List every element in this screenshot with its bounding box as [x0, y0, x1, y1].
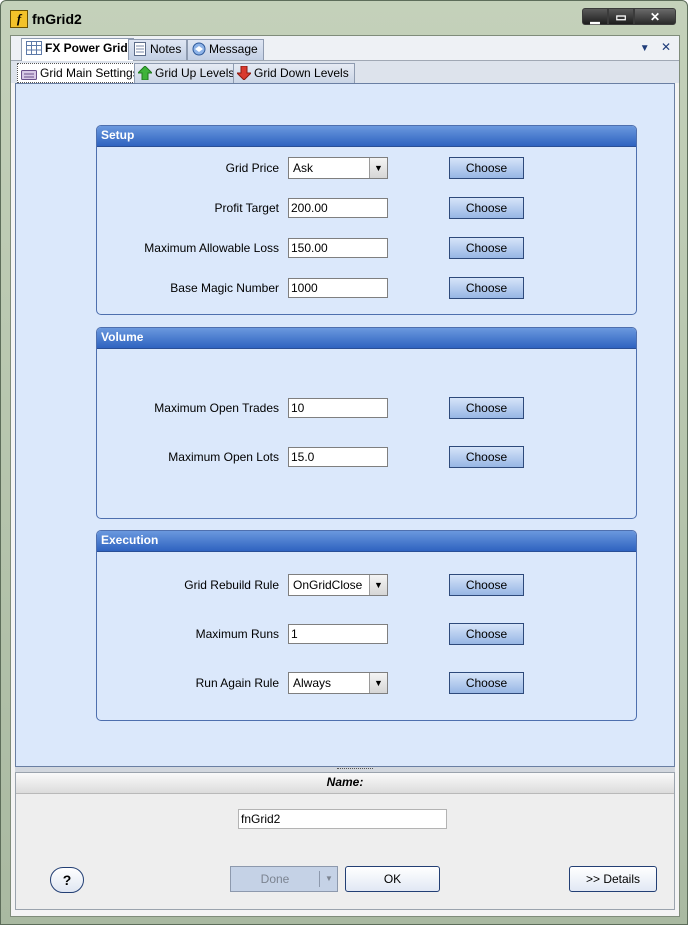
grid-price-choose-button[interactable]: Choose [449, 157, 524, 179]
subtab-grid-up-levels[interactable]: Grid Up Levels [134, 63, 241, 83]
rebuild-rule-row: Grid Rebuild Rule OnGridClose ▼ Choose [97, 574, 636, 596]
help-button[interactable]: ? [50, 867, 84, 893]
execution-group-title: Execution [97, 531, 636, 552]
grid-price-label: Grid Price [225, 161, 279, 175]
setup-group: Setup Grid Price Ask ▼ Choose Profit Tar… [96, 125, 637, 315]
max-runs-label: Maximum Runs [195, 627, 279, 641]
max-trades-input[interactable] [288, 398, 388, 418]
notes-icon [134, 42, 146, 56]
max-lots-input[interactable] [288, 447, 388, 467]
grid-price-value: Ask [293, 161, 314, 175]
max-lots-choose-button[interactable]: Choose [449, 446, 524, 468]
max-loss-input[interactable] [288, 238, 388, 258]
profit-target-row: Profit Target Choose [97, 197, 636, 219]
max-loss-choose-button[interactable]: Choose [449, 237, 524, 259]
run-again-select[interactable]: Always ▼ [288, 672, 388, 694]
magic-number-label: Base Magic Number [170, 281, 279, 295]
maximize-button[interactable]: ▭ [608, 8, 634, 25]
done-label: Done [260, 872, 290, 886]
window-content: FX Power Grid Notes Message ▼ ✕ Grid Mai… [10, 35, 680, 917]
rebuild-rule-label: Grid Rebuild Rule [184, 578, 279, 592]
run-again-label: Run Again Rule [195, 676, 279, 690]
chevron-down-icon[interactable]: ▼ [369, 575, 387, 595]
setup-group-title: Setup [97, 126, 636, 147]
tab-label: Notes [150, 42, 182, 56]
max-trades-choose-button[interactable]: Choose [449, 397, 524, 419]
volume-group-title: Volume [97, 328, 636, 349]
minimize-button[interactable]: ▁ [582, 8, 608, 25]
tab-close-icon[interactable]: ✕ [661, 40, 671, 54]
red-down-arrow-icon [237, 66, 251, 80]
profit-target-choose-button[interactable]: Choose [449, 197, 524, 219]
profit-target-label: Profit Target [214, 201, 279, 215]
keyboard-icon [21, 70, 37, 80]
max-lots-row: Maximum Open Lots Choose [97, 446, 636, 468]
profit-target-input[interactable] [288, 198, 388, 218]
grid-price-row: Grid Price Ask ▼ Choose [97, 157, 636, 179]
title-bar[interactable]: f fnGrid2 ▁ ▭ ✕ [1, 1, 687, 35]
volume-group: Volume Maximum Open Trades Choose Maximu… [96, 327, 637, 519]
rebuild-rule-select[interactable]: OnGridClose ▼ [288, 574, 388, 596]
max-lots-label: Maximum Open Lots [168, 450, 279, 464]
chevron-down-icon[interactable]: ▼ [369, 673, 387, 693]
grid-icon [26, 41, 42, 55]
magic-number-choose-button[interactable]: Choose [449, 277, 524, 299]
rebuild-rule-choose-button[interactable]: Choose [449, 574, 524, 596]
max-trades-row: Maximum Open Trades Choose [97, 397, 636, 419]
tab-label: FX Power Grid [45, 41, 128, 55]
tab-actions: ▼ ✕ [640, 40, 671, 54]
name-header: Name: [16, 773, 674, 794]
grid-price-select[interactable]: Ask ▼ [288, 157, 388, 179]
name-panel: Name: ? Done ▼ OK >> Details [15, 772, 675, 910]
rebuild-rule-value: OnGridClose [293, 578, 363, 592]
chevron-down-icon[interactable]: ▼ [369, 158, 387, 178]
max-runs-row: Maximum Runs Choose [97, 623, 636, 645]
magic-number-row: Base Magic Number Choose [97, 277, 636, 299]
main-window: f fnGrid2 ▁ ▭ ✕ FX Power Grid Notes Mess… [0, 0, 688, 925]
run-again-row: Run Again Rule Always ▼ Choose [97, 672, 636, 694]
done-button[interactable]: Done ▼ [230, 866, 338, 892]
tab-label: Message [209, 42, 258, 56]
run-again-choose-button[interactable]: Choose [449, 672, 524, 694]
ok-button[interactable]: OK [345, 866, 440, 892]
app-icon: f [10, 10, 28, 28]
details-button[interactable]: >> Details [569, 866, 657, 892]
run-again-value: Always [293, 676, 332, 690]
subtab-label: Grid Up Levels [155, 66, 235, 80]
subtab-label: Grid Down Levels [254, 66, 349, 80]
max-loss-row: Maximum Allowable Loss Choose [97, 237, 636, 259]
max-runs-input[interactable] [288, 624, 388, 644]
subtab-grid-down-levels[interactable]: Grid Down Levels [233, 63, 355, 83]
chevron-down-icon[interactable]: ▼ [321, 867, 337, 891]
tab-dropdown-icon[interactable]: ▼ [640, 43, 650, 54]
settings-panel: Setup Grid Price Ask ▼ Choose Profit Tar… [15, 83, 675, 767]
close-button[interactable]: ✕ [634, 8, 676, 25]
sub-tab-bar: Grid Main Settings Grid Up Levels Grid D… [11, 61, 679, 83]
subtab-label: Grid Main Settings [40, 66, 139, 80]
max-trades-label: Maximum Open Trades [154, 401, 279, 415]
max-runs-choose-button[interactable]: Choose [449, 623, 524, 645]
tab-message[interactable]: Message [187, 39, 264, 60]
name-input[interactable] [238, 809, 447, 829]
tab-fx-power-grid[interactable]: FX Power Grid [21, 38, 134, 61]
execution-group: Execution Grid Rebuild Rule OnGridClose … [96, 530, 637, 721]
done-separator [319, 871, 320, 887]
window-title: fnGrid2 [32, 11, 82, 27]
main-tab-bar: FX Power Grid Notes Message ▼ ✕ [11, 36, 679, 61]
subtab-grid-main-settings[interactable]: Grid Main Settings [17, 63, 145, 83]
max-loss-label: Maximum Allowable Loss [144, 241, 279, 255]
green-up-arrow-icon [138, 66, 152, 80]
magic-number-input[interactable] [288, 278, 388, 298]
message-icon [192, 42, 206, 56]
tab-notes[interactable]: Notes [128, 39, 188, 60]
